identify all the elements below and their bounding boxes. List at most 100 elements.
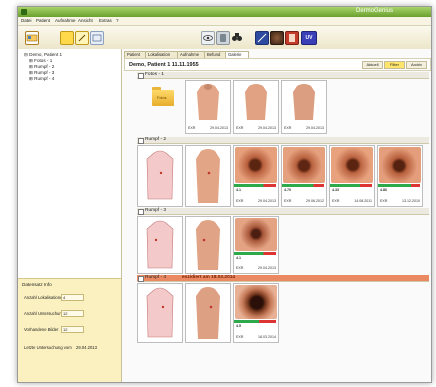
thumb-date: 29.04.2013 <box>210 126 228 130</box>
section-checkbox[interactable] <box>138 276 144 282</box>
menu-ansicht[interactable]: Ansicht <box>78 18 93 23</box>
thumb-source: EXR <box>332 199 340 203</box>
section-bar: Rumpf - 2 <box>137 137 429 144</box>
patient-tree: ⊟ Demo, Patient 1 ⊞ Fotos - 1 ⊞ Rumpf - … <box>24 52 62 82</box>
app-icon <box>21 9 27 15</box>
tree-item-label: Rumpf - 2 <box>34 64 55 69</box>
binoculars-icon[interactable] <box>231 31 243 43</box>
section-checkbox[interactable] <box>138 138 144 144</box>
info-label: Vorhandene Bilder <box>24 327 59 332</box>
torso-photo <box>235 82 277 122</box>
thumb-date: 29.04.2013 <box>258 126 276 130</box>
thumb-score: 4.5 <box>236 324 241 328</box>
section-bar: Rumpf - 3 <box>137 208 429 215</box>
section-label: Rumpf - 2 <box>145 137 167 142</box>
body-map-thumbnail[interactable] <box>137 283 183 343</box>
score-bar <box>330 184 372 187</box>
lesion-image <box>331 147 373 183</box>
lesion-image <box>235 285 277 319</box>
tree-item-rumpf-4[interactable]: ⊞ Rumpf - 4 <box>24 76 62 82</box>
info-row-last-exam: Letzte Untersuchung vom 29.04.2013 <box>24 345 97 350</box>
section-checkbox[interactable] <box>138 209 144 215</box>
thumb-score: 4.1 <box>236 256 241 260</box>
photo-thumbnail[interactable] <box>185 145 231 207</box>
section-rumpf-2: Rumpf - 2 4.1 EXR 29.04.2013 4.70 EXR 29… <box>137 137 429 207</box>
body-map-thumbnail[interactable] <box>137 216 183 274</box>
menu-help[interactable]: ? <box>116 18 119 23</box>
tree-item-label: Fotos - 1 <box>34 58 53 63</box>
uv-icon[interactable]: UV <box>301 31 317 45</box>
section-bar-excised: Rumpf - 4 exzidiert am 18.03.2014 <box>137 275 429 282</box>
dermoscopy-thumbnail[interactable]: 4.70 EXR 29.06.2012 <box>281 145 327 207</box>
view-filter-button[interactable]: Filter <box>384 61 405 69</box>
lesion-image <box>379 147 421 183</box>
info-value: 4 <box>61 294 84 301</box>
menu-datei[interactable]: Datei <box>21 18 32 23</box>
menu-patient[interactable]: Patient <box>36 18 50 23</box>
view-archiv-button[interactable]: Archiv <box>406 61 427 69</box>
body-diagram <box>139 147 181 205</box>
folder-icon: Fotos <box>152 87 174 107</box>
thumb-score: 4.33 <box>332 188 339 192</box>
lesion-image <box>235 147 277 183</box>
gallery-pane: Patient Lokalisation Aufnahme Befund Gal… <box>122 49 431 382</box>
info-label: Anzahl Lokalisationen <box>24 295 65 300</box>
thumb-source: EXR <box>284 126 292 130</box>
thumb-source: EXR <box>236 126 244 130</box>
info-value: 12 <box>61 310 84 317</box>
menu-aufnahme[interactable]: Aufnahme <box>55 18 76 23</box>
thumb-source: EXR <box>380 199 388 203</box>
dermoscopy-thumbnail[interactable]: 4.33 EXR 14.08.2011 <box>329 145 375 207</box>
thumb-source: EXR <box>188 126 196 130</box>
info-row-images: Vorhandene Bilder 12 <box>24 326 84 333</box>
photo-thumbnail[interactable]: EXR 29.04.2013 <box>233 80 279 134</box>
score-bar <box>282 184 324 187</box>
window-title: DermoGenius <box>355 8 393 14</box>
torso-photo <box>283 82 325 122</box>
photo-thumbnail[interactable] <box>185 216 231 274</box>
thumb-date: 18.03.2014 <box>258 335 276 339</box>
compare-icon[interactable] <box>255 31 269 45</box>
dermoscopy-thumbnail[interactable]: 4.5 EXR 18.03.2014 <box>233 283 279 343</box>
patient-card-icon[interactable] <box>25 31 39 45</box>
body-diagram <box>139 218 181 272</box>
section-rumpf-4: Rumpf - 4 exzidiert am 18.03.2014 4.5 EX… <box>137 275 429 345</box>
notes-icon[interactable] <box>60 31 74 45</box>
excised-note: exzidiert am 18.03.2014 <box>182 275 236 280</box>
body-map-icon[interactable] <box>270 31 284 45</box>
view-aktuell-button[interactable]: Aktuell <box>362 61 383 69</box>
thumb-date: 29.04.2013 <box>258 266 276 270</box>
photo-thumbnail[interactable] <box>185 283 231 343</box>
score-bar <box>234 320 276 323</box>
photo-thumbnail[interactable]: EXR 29.04.2013 <box>185 80 231 134</box>
tree-item-label: Rumpf - 3 <box>34 70 55 75</box>
body-diagram <box>139 285 181 341</box>
edit-icon[interactable] <box>75 31 89 45</box>
thumb-source: EXR <box>284 199 292 203</box>
folder-thumbnail[interactable]: Fotos <box>137 80 181 132</box>
tree-root-label: Demo, Patient 1 <box>29 52 63 57</box>
thumb-date: 29.04.2013 <box>306 126 324 130</box>
info-value: 29.04.2013 <box>76 345 97 350</box>
thumb-source: EXR <box>236 266 244 270</box>
title-bar: DermoGenius <box>18 7 431 17</box>
report-icon[interactable] <box>285 31 299 45</box>
dermatoscope-icon[interactable] <box>216 31 230 45</box>
dermoscopy-thumbnail[interactable]: 4.86 EXR 13.12.2010 <box>377 145 423 207</box>
body-map-thumbnail[interactable] <box>137 145 183 207</box>
dermoscopy-thumbnail[interactable]: 4.1 EXR 29.04.2013 <box>233 145 279 207</box>
section-label: Fotos - 1 <box>145 72 164 77</box>
camera-eye-icon[interactable] <box>201 31 215 45</box>
score-bar <box>234 252 276 255</box>
menu-extras[interactable]: Extras <box>99 18 112 23</box>
tree-item-label: Rumpf - 4 <box>34 76 55 81</box>
image-icon[interactable] <box>90 31 104 45</box>
section-checkbox[interactable] <box>138 73 144 79</box>
info-value: 12 <box>61 326 84 333</box>
thumb-score: 4.86 <box>380 188 387 192</box>
dermoscopy-thumbnail[interactable]: 4.1 EXR 29.04.2013 <box>233 216 279 274</box>
photo-thumbnail[interactable]: EXR 29.04.2013 <box>281 80 327 134</box>
info-label: Letzte Untersuchung vom <box>24 345 72 350</box>
section-fotos-1: Fotos - 1 Fotos EXR 29.04.2013 EXR 29.04… <box>137 72 429 134</box>
section-label: Rumpf - 3 <box>145 208 167 213</box>
